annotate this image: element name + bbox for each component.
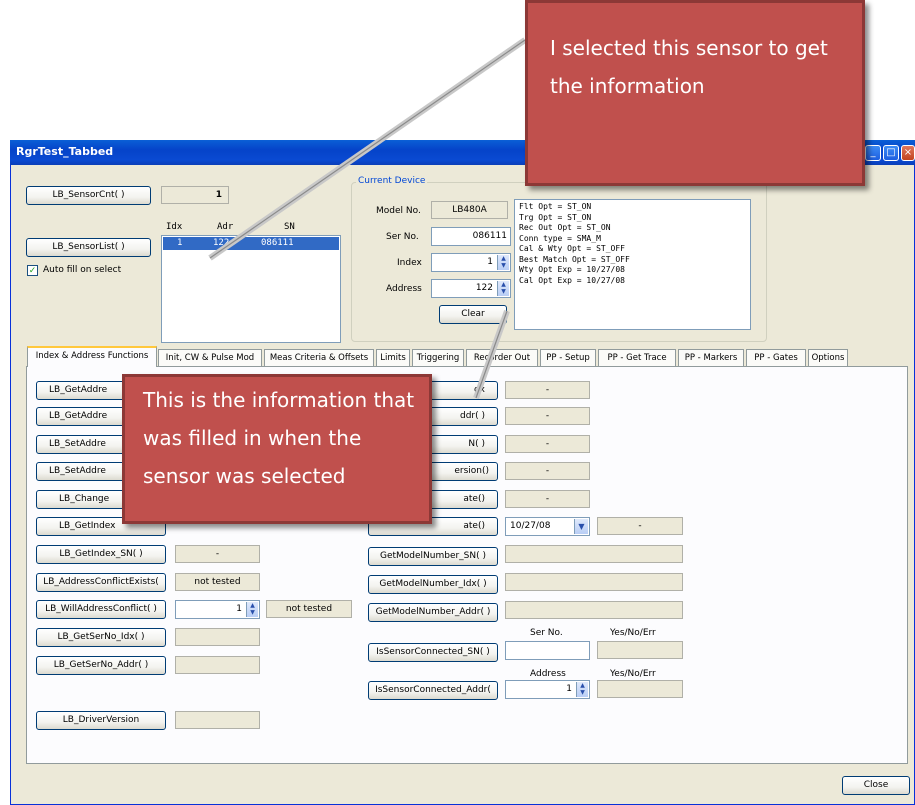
callout-pointer-top-edge (209, 39, 526, 259)
callout-selected-sensor-text: I selected this sensor to get the inform… (550, 36, 828, 98)
callout-selected-sensor: I selected this sensor to get the inform… (525, 0, 865, 186)
callout-pointer-middle-edge (475, 310, 508, 399)
callout-filled-info: This is the information that was filled … (122, 374, 432, 524)
callout-filled-info-text: This is the information that was filled … (143, 388, 415, 488)
